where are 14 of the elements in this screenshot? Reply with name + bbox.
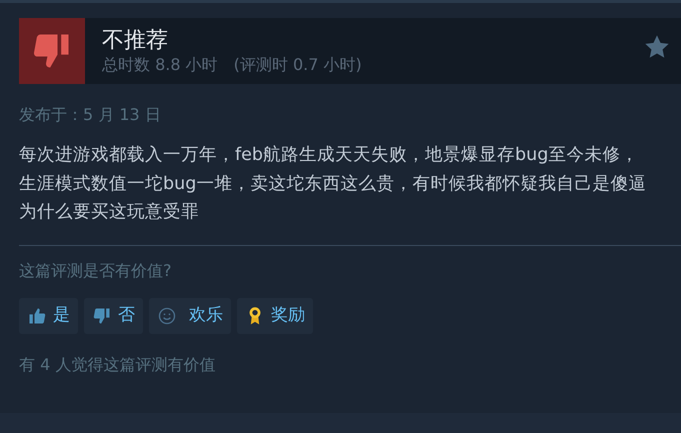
post-date: 发布于：5 月 13 日 — [19, 104, 162, 126]
review-text: 每次进游戏都载入一万年，feb航路生成天天失败，地景爆显存bug至今未修，生涯模式数值一坨bug一堆，卖这坨东西这么贵，有时候我都怀疑我自己是傻逼为什么要买这玩意受罪 — [19, 144, 648, 224]
smiley-icon — [157, 306, 177, 326]
vote-button[interactable]: 欢乐 — [149, 298, 231, 334]
vote-button[interactable]: 是 — [19, 298, 78, 334]
helpful-question: 这篇评测是否有价值? — [19, 260, 172, 282]
verdict-title: 不推荐 — [102, 27, 169, 55]
helpful-count: 有 4 人觉得这篇评测有价值 — [19, 354, 216, 376]
review-hours: (评测时 0.7 小时) — [234, 55, 362, 75]
thumbs-down-icon — [92, 306, 112, 326]
thumbs-up-icon — [27, 306, 47, 326]
total-hours: 总时数 8.8 小时 — [102, 55, 218, 75]
vote-button[interactable]: 否 — [84, 298, 143, 334]
vote-button[interactable]: 奖励 — [237, 298, 313, 334]
